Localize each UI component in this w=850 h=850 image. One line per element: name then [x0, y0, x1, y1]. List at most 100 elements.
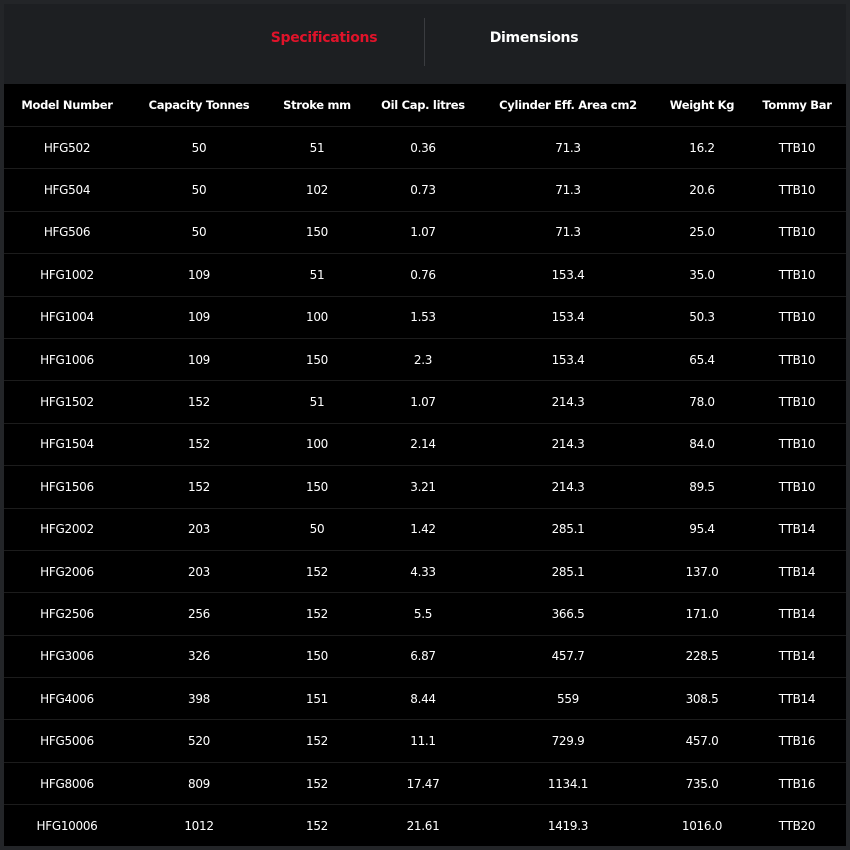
table-cell: 152: [305, 818, 328, 833]
table-row: HFG502 50 51 0.36 71.3 16.2 TTB10: [4, 126, 846, 170]
table-cell: 137.0: [656, 550, 748, 594]
table-cell: 152: [268, 550, 366, 594]
table-cell: 71.3: [480, 168, 656, 212]
table-cell: 1.07: [366, 380, 480, 424]
table-cell: 16.2: [656, 126, 748, 170]
table-cell: 398: [130, 677, 268, 721]
table-cell: 214.3: [480, 465, 656, 509]
table-cell: HFG2002: [4, 508, 130, 551]
table-cell: 151: [268, 677, 366, 721]
column-header: Weight Kg: [656, 84, 748, 127]
page-frame: Specifications Dimensions Model Number Ca…: [0, 0, 850, 850]
table-row: HFG1004 109 100 1.53 153.4 50.3 TTB10: [4, 296, 846, 339]
table-cell: 457.7: [480, 635, 656, 679]
table-cell: 153.4: [480, 296, 656, 339]
table-cell: 285.1: [480, 550, 656, 594]
table-cell: 100: [268, 296, 366, 339]
table-row: HFG1002 109 51 0.76 153.4 35.0 TTB10: [4, 253, 846, 297]
table-cell: 308.5: [656, 677, 748, 721]
table-row: HFG2006 203 152 4.33 285.1 137.0 TTB14: [4, 550, 846, 594]
table-cell: 1.07: [366, 211, 480, 255]
table-cell: 214.3: [480, 423, 656, 467]
table-cell: 4.33: [366, 550, 480, 594]
table-cell: 152: [130, 465, 268, 509]
table-cell: 84.0: [656, 423, 748, 467]
table-cell: 150: [268, 635, 366, 679]
table-cell: 152: [268, 762, 366, 806]
table-cell: 729.9: [480, 719, 656, 763]
column-header: Capacity Tonnes: [130, 84, 268, 127]
table-header-row: Model Number Capacity Tonnes Stroke mm Oil …: [4, 84, 846, 127]
table-cell: 152: [130, 380, 268, 424]
table-cell: 102: [268, 168, 366, 212]
table-cell: TTB10: [748, 296, 846, 339]
table-cell: 51: [268, 126, 366, 170]
table-row: HFG4006 398 151 8.44 559 308.5 TTB14: [4, 677, 846, 721]
table-cell: HFG506: [4, 211, 130, 255]
tab-dimensions[interactable]: Dimensions: [444, 4, 624, 72]
table-cell: 21.61: [406, 818, 440, 833]
table-cell: 71.3: [480, 211, 656, 255]
table-cell: 1134.1: [480, 762, 656, 806]
table-cell: 520: [130, 719, 268, 763]
table-cell: 65.4: [656, 338, 748, 382]
table-cell: HFG2006: [4, 550, 130, 594]
table-cell: HFG504: [4, 168, 130, 212]
table-row: HFG2002 203 50 1.42 285.1 95.4 TTB14: [4, 508, 846, 551]
table-cell: HFG1506: [4, 465, 130, 509]
table-cell: 152: [130, 423, 268, 467]
specifications-panel: Model Number Capacity Tonnes Stroke mm Oil …: [4, 84, 846, 846]
table-cell: HFG2506: [4, 592, 130, 636]
table-cell: 109: [130, 338, 268, 382]
table-cell: 153.4: [480, 253, 656, 297]
tab-bar: Specifications Dimensions: [4, 4, 846, 84]
table-row: HFG8006 809 152 17.47 1134.1 735.0 TTB16: [4, 762, 846, 806]
table-row: HFG504 50 102 0.73 71.3 20.6 TTB10: [4, 168, 846, 212]
specifications-table: Model Number Capacity Tonnes Stroke mm Oil …: [4, 84, 846, 847]
table-cell: 153.4: [480, 338, 656, 382]
column-header: Oil Cap. litres: [366, 84, 480, 127]
table-row: HFG5006 520 152 11.1 729.9 457.0 TTB16: [4, 719, 846, 763]
tab-divider: [424, 18, 425, 66]
table-cell: 457.0: [656, 719, 748, 763]
table-cell: 203: [130, 508, 268, 551]
table-cell: 95.4: [656, 508, 748, 551]
table-cell: 8.44: [366, 677, 480, 721]
table-cell: HFG4006: [4, 677, 130, 721]
table-cell: 17.47: [366, 762, 480, 806]
table-cell: HFG5006: [4, 719, 130, 763]
table-row: HFG1502 152 51 1.07 214.3 78.0 TTB10: [4, 380, 846, 424]
table-row: HFG10006 1012 152 21.61 1419.3 1016.0 TTB20: [4, 805, 846, 847]
table-cell: 326: [130, 635, 268, 679]
table-cell: TTB10: [748, 423, 846, 467]
table-cell: 5.5: [366, 592, 480, 636]
table-cell: TTB10: [748, 168, 846, 212]
table-cell: 1.42: [366, 508, 480, 551]
table-cell: 150: [268, 465, 366, 509]
table-cell: 109: [130, 253, 268, 297]
table-cell: TTB10: [748, 380, 846, 424]
table-cell: 2.14: [366, 423, 480, 467]
table-cell: HFG502: [4, 126, 130, 170]
table-row: HFG1504 152 100 2.14 214.3 84.0 TTB10: [4, 423, 846, 467]
table-cell: 0.36: [366, 126, 480, 170]
table-cell: 1419.3: [547, 818, 589, 833]
column-header: Stroke mm: [268, 84, 366, 127]
table-cell: 50: [130, 126, 268, 170]
column-header: Model Number: [4, 84, 130, 127]
table-row: HFG3006 326 150 6.87 457.7 228.5 TTB14: [4, 635, 846, 679]
table-cell: 735.0: [656, 762, 748, 806]
table-cell: 1016.0: [681, 818, 723, 833]
table-cell: 256: [130, 592, 268, 636]
table-cell: 50: [130, 211, 268, 255]
tab-specifications[interactable]: Specifications: [234, 4, 414, 72]
table-cell: 214.3: [480, 380, 656, 424]
table-cell: 11.1: [366, 719, 480, 763]
table-cell: 3.21: [366, 465, 480, 509]
table-row: HFG2506 256 152 5.5 366.5 171.0 TTB14: [4, 592, 846, 636]
table-cell: TTB14: [748, 592, 846, 636]
table-cell: 50.3: [656, 296, 748, 339]
table-row: HFG1506 152 150 3.21 214.3 89.5 TTB10: [4, 465, 846, 509]
table-row: HFG506 50 150 1.07 71.3 25.0 TTB10: [4, 211, 846, 255]
table-cell: HFG1502: [4, 380, 130, 424]
